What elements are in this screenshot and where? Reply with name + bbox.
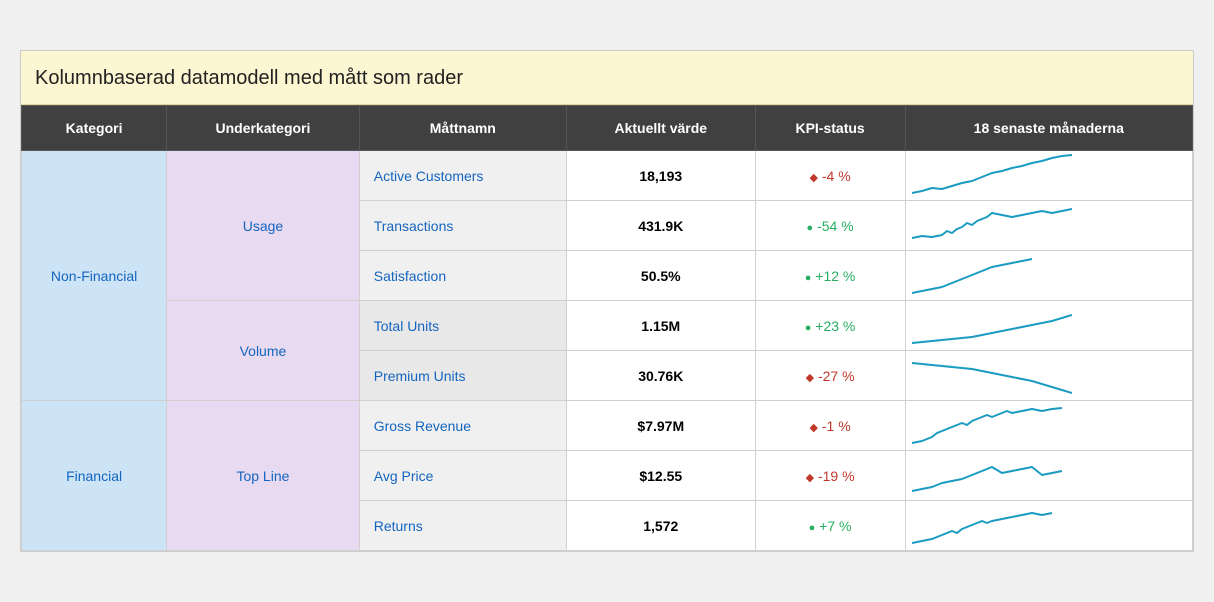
value-cell: 18,193 — [566, 151, 755, 201]
kpi-cell: ◆ -4 % — [755, 151, 905, 201]
sparkline-cell — [905, 501, 1192, 551]
matt-cell[interactable]: Satisfaction — [359, 251, 566, 301]
matt-link[interactable]: Avg Price — [374, 468, 434, 484]
title-bar: Kolumnbaserad datamodell med mått som ra… — [21, 51, 1193, 105]
underkategori-cell[interactable]: Top Line — [167, 401, 360, 551]
kpi-cell: ● +23 % — [755, 301, 905, 351]
report-container: Kolumnbaserad datamodell med mått som ra… — [20, 50, 1194, 552]
value-cell: 30.76K — [566, 351, 755, 401]
matt-link[interactable]: Satisfaction — [374, 268, 446, 284]
matt-cell[interactable]: Transactions — [359, 201, 566, 251]
matt-link[interactable]: Total Units — [374, 318, 439, 334]
kpi-cell: ◆ -1 % — [755, 401, 905, 451]
underkategori-link[interactable]: Usage — [243, 218, 283, 234]
matt-cell[interactable]: Total Units — [359, 301, 566, 351]
header-kpi: KPI-status — [755, 106, 905, 151]
sparkline-cell — [905, 451, 1192, 501]
table-header-row: Kategori Underkategori Måttnamn Aktuellt… — [22, 106, 1193, 151]
value-cell: $7.97M — [566, 401, 755, 451]
header-spark: 18 senaste månaderna — [905, 106, 1192, 151]
sparkline-cell — [905, 151, 1192, 201]
underkategori-cell[interactable]: Usage — [167, 151, 360, 301]
kpi-cell: ● +12 % — [755, 251, 905, 301]
underkategori-link[interactable]: Volume — [240, 343, 287, 359]
matt-link[interactable]: Premium Units — [374, 368, 466, 384]
kpi-cell: ● -54 % — [755, 201, 905, 251]
kategori-cell[interactable]: Financial — [22, 401, 167, 551]
header-underkategori: Underkategori — [167, 106, 360, 151]
sparkline-cell — [905, 251, 1192, 301]
matt-cell[interactable]: Returns — [359, 501, 566, 551]
report-title: Kolumnbaserad datamodell med mått som ra… — [35, 67, 1179, 90]
header-mattnamn: Måttnamn — [359, 106, 566, 151]
kpi-cell: ● +7 % — [755, 501, 905, 551]
matt-cell[interactable]: Premium Units — [359, 351, 566, 401]
underkategori-cell[interactable]: Volume — [167, 301, 360, 401]
matt-link[interactable]: Active Customers — [374, 168, 484, 184]
value-cell: 1,572 — [566, 501, 755, 551]
matt-link[interactable]: Returns — [374, 518, 423, 534]
value-cell: $12.55 — [566, 451, 755, 501]
sparkline-cell — [905, 301, 1192, 351]
matt-cell[interactable]: Active Customers — [359, 151, 566, 201]
value-cell: 1.15M — [566, 301, 755, 351]
value-cell: 50.5% — [566, 251, 755, 301]
sparkline-cell — [905, 351, 1192, 401]
matt-cell[interactable]: Gross Revenue — [359, 401, 566, 451]
matt-link[interactable]: Gross Revenue — [374, 418, 471, 434]
kategori-link[interactable]: Non-Financial — [51, 268, 137, 284]
sparkline-cell — [905, 401, 1192, 451]
sparkline-cell — [905, 201, 1192, 251]
kategori-link[interactable]: Financial — [66, 468, 122, 484]
matt-cell[interactable]: Avg Price — [359, 451, 566, 501]
underkategori-link[interactable]: Top Line — [236, 468, 289, 484]
matt-link[interactable]: Transactions — [374, 218, 454, 234]
kpi-cell: ◆ -27 % — [755, 351, 905, 401]
kategori-cell[interactable]: Non-Financial — [22, 151, 167, 401]
header-aktuellt: Aktuellt värde — [566, 106, 755, 151]
kpi-cell: ◆ -19 % — [755, 451, 905, 501]
data-table: Kategori Underkategori Måttnamn Aktuellt… — [21, 105, 1193, 551]
header-kategori: Kategori — [22, 106, 167, 151]
value-cell: 431.9K — [566, 201, 755, 251]
